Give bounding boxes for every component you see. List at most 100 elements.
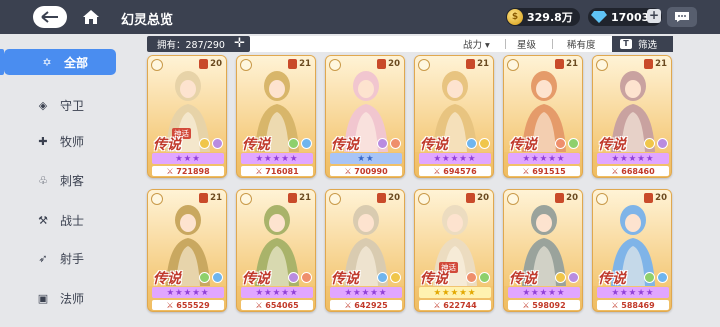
level-value: 20 [210, 59, 222, 69]
level-badge: 21 [466, 59, 489, 69]
hero-card[interactable]: 20 传说 ★★★★★ ⚔ 642925 [325, 189, 405, 312]
hero-card[interactable]: 21 传说 ★★★★★ ⚔ 654065 [236, 189, 316, 312]
sidebar-item-3[interactable]: ♧ 刺客 [0, 167, 120, 193]
level-badge: 21 [199, 193, 222, 203]
rarity-label: 传说 [598, 137, 626, 153]
back-button[interactable] [33, 6, 67, 28]
sidebar-item-label: 全部 [64, 55, 89, 70]
hero-card[interactable]: 21 传说 ★★★★★ ⚔ 716081 [236, 55, 316, 178]
sidebar-item-label: 战士 [60, 213, 85, 228]
hero-card[interactable]: 21 传说 ★★★★★ ⚔ 691515 [503, 55, 583, 178]
sidebar-item-6[interactable]: ▣ 法师 [0, 285, 120, 311]
hero-card[interactable]: 20 神话 传说 ★★★ ⚔ 721898 [147, 55, 227, 178]
bow-icon: ➶ [38, 251, 48, 265]
shield-icon: ◈ [38, 98, 48, 112]
class-badge-icon [418, 59, 430, 71]
star-rating: ★★★★★ [419, 153, 491, 164]
hero-card[interactable]: 21 传说 ★★★★★ ⚔ 694576 [414, 55, 494, 178]
class-sidebar: ✡ 全部 ◈ 守卫 ✚ 牧师 ♧ 刺客 ⚒ 战士 ➶ 射手 ▣ 法师 [0, 34, 128, 327]
star-rating: ★★★★★ [508, 153, 580, 164]
element-icon [568, 272, 579, 283]
add-gems-button[interactable]: + [647, 9, 661, 23]
sidebar-item-label: 法师 [60, 291, 85, 306]
level-badge: 20 [555, 193, 578, 203]
home-button[interactable] [79, 5, 103, 29]
element-icon [657, 272, 668, 283]
sidebar-item-5[interactable]: ➶ 射手 [0, 245, 120, 271]
rarity-label: 传说 [242, 137, 270, 153]
sort-power-tab[interactable]: 战力 ▾ [463, 36, 490, 52]
element-icons [555, 138, 579, 149]
element-icons [466, 272, 490, 283]
sidebar-item-0[interactable]: ✡ 全部 [4, 49, 116, 75]
level-badge: 20 [466, 193, 489, 203]
sidebar-item-4[interactable]: ⚒ 战士 [0, 207, 120, 233]
element-icons [377, 272, 401, 283]
level-icon [199, 193, 209, 203]
power-value: ⚔ 700990 [330, 166, 402, 176]
sidebar-item-2[interactable]: ✚ 牧师 [0, 128, 120, 154]
level-value: 21 [566, 59, 578, 69]
level-badge: 21 [644, 59, 667, 69]
class-badge-icon [240, 193, 252, 205]
gold-counter: $ 329.8万 [506, 8, 580, 26]
element-icon [568, 138, 579, 149]
active-indicator [0, 49, 4, 75]
level-value: 21 [210, 193, 222, 203]
class-badge-icon [507, 193, 519, 205]
star-icon: ✡ [42, 55, 52, 69]
book-icon: ▣ [37, 291, 49, 305]
power-value: ⚔ 588469 [597, 300, 669, 310]
power-value: ⚔ 694576 [419, 166, 491, 176]
class-badge-icon [240, 59, 252, 71]
axe-icon: ⚒ [38, 213, 48, 227]
element-icon [390, 138, 401, 149]
hero-card[interactable]: 20 传说 ★★ ⚔ 700990 [325, 55, 405, 178]
element-icons [644, 138, 668, 149]
rarity-label: 传说 [331, 271, 359, 287]
hero-card[interactable]: 20 传说 ★★★★★ ⚔ 598092 [503, 189, 583, 312]
hero-card[interactable]: 21 传说 ★★★★★ ⚔ 668460 [592, 55, 672, 178]
element-icons [288, 272, 312, 283]
level-icon [288, 59, 298, 69]
sidebar-item-1[interactable]: ◈ 守卫 [0, 92, 120, 118]
sort-rarity-tab[interactable]: 稀有度 [567, 36, 596, 52]
level-icon [466, 193, 476, 203]
chat-button[interactable] [667, 7, 697, 27]
chat-icon [675, 12, 689, 22]
level-value: 21 [477, 59, 489, 69]
level-icon [644, 59, 654, 69]
element-icons [555, 272, 579, 283]
element-icon [199, 272, 210, 283]
level-badge: 20 [377, 59, 400, 69]
hero-card[interactable]: 20 神话 传说 ★★★★★ ⚔ 622744 [414, 189, 494, 312]
top-bar: 幻灵总览 $ 329.8万 17003 + [0, 0, 720, 34]
level-value: 20 [388, 193, 400, 203]
star-rating: ★★ [330, 153, 402, 164]
level-value: 21 [299, 193, 311, 203]
hero-card[interactable]: 21 传说 ★★★★★ ⚔ 655529 [147, 189, 227, 312]
element-icon [466, 272, 477, 283]
filter-button[interactable]: T 筛选 [612, 36, 673, 52]
element-icon [377, 138, 388, 149]
element-icon [657, 138, 668, 149]
level-icon [644, 193, 654, 203]
hero-card[interactable]: 20 传说 ★★★★★ ⚔ 588469 [592, 189, 672, 312]
level-badge: 21 [288, 59, 311, 69]
expand-icon[interactable]: ✛ [234, 36, 245, 51]
sidebar-item-label: 刺客 [60, 173, 85, 188]
star-rating: ★★★★★ [330, 287, 402, 298]
home-icon [83, 10, 99, 24]
element-icon [212, 138, 223, 149]
gem-counter: 17003 + [588, 8, 662, 26]
element-icon [199, 138, 210, 149]
level-icon [377, 59, 387, 69]
level-badge: 21 [555, 59, 578, 69]
power-value: ⚔ 642925 [330, 300, 402, 310]
level-icon [199, 59, 209, 69]
element-icon [377, 272, 388, 283]
level-badge: 20 [199, 59, 222, 69]
gold-coin-icon: $ [507, 9, 523, 25]
sort-star-tab[interactable]: 星级 [517, 36, 536, 52]
filter-bar: 拥有：287/290 ✛ 战力 ▾ 星级 稀有度 T 筛选 [147, 36, 673, 52]
